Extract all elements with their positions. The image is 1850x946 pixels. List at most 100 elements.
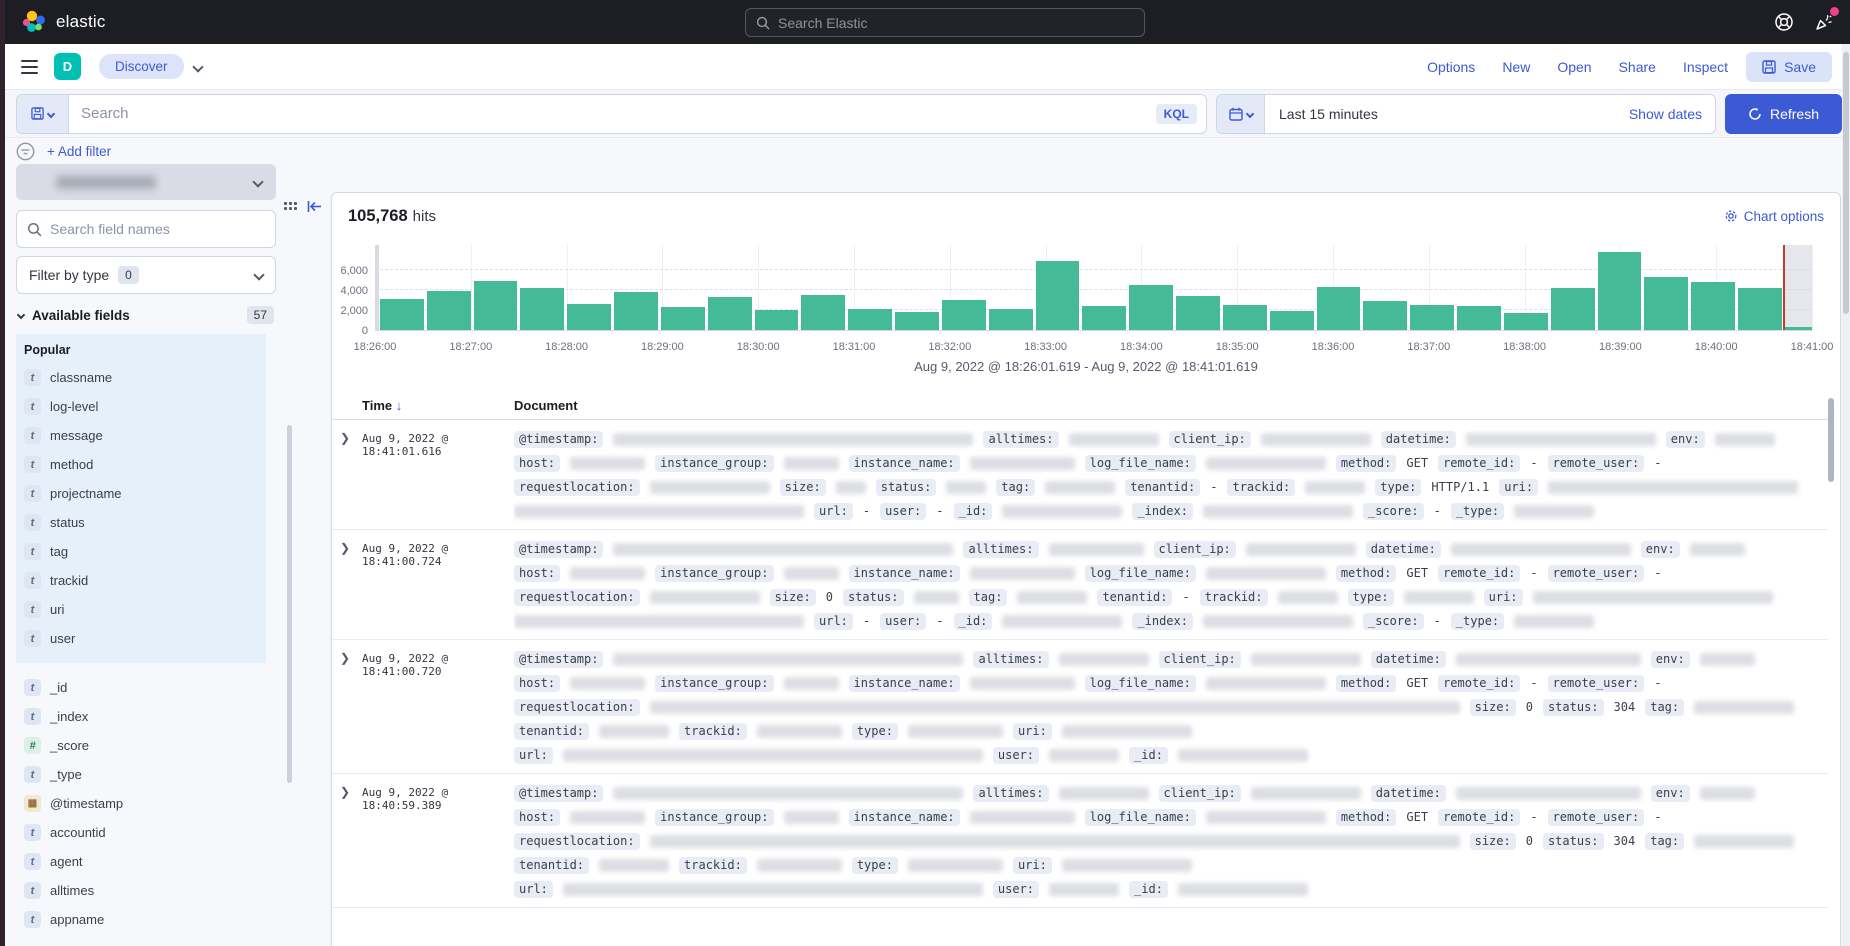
query-search-input[interactable] — [69, 105, 1156, 122]
field-item-uri[interactable]: turi — [24, 595, 266, 624]
histogram-bar[interactable] — [848, 309, 892, 331]
time-column-header[interactable]: Time ↓ — [362, 398, 514, 413]
field-value: - — [863, 504, 870, 518]
date-picker-control: Last 15 minutes Show dates — [1216, 94, 1716, 134]
histogram-bar[interactable] — [661, 307, 705, 331]
field-key-badge: requestlocation: — [514, 479, 640, 496]
toolbar-link-share[interactable]: Share — [1619, 59, 1656, 75]
toolbar-link-new[interactable]: New — [1502, 59, 1530, 75]
sort-descending-icon[interactable]: ↓ — [396, 398, 403, 413]
global-search-input[interactable] — [778, 15, 1134, 31]
kql-badge[interactable]: KQL — [1156, 104, 1197, 124]
time-range-value[interactable]: Last 15 minutes — [1279, 106, 1378, 122]
histogram-bar[interactable] — [1129, 285, 1173, 330]
field-item-appname[interactable]: tappname — [24, 905, 276, 934]
row-timestamp: Aug 9, 2022 @ 18:41:01.616 — [362, 427, 514, 523]
histogram-bar[interactable] — [1317, 287, 1361, 331]
sidebar-scrollbar[interactable] — [287, 425, 292, 783]
field-item-alltimes[interactable]: talltimes — [24, 876, 276, 905]
breadcrumb[interactable]: Discover — [99, 54, 184, 79]
saved-query-menu-button[interactable] — [17, 95, 69, 133]
histogram-bar[interactable] — [1691, 282, 1735, 330]
field-item-@timestamp[interactable]: ▦@timestamp — [24, 789, 276, 818]
field-item-projectname[interactable]: tprojectname — [24, 479, 266, 508]
field-item-status[interactable]: tstatus — [24, 508, 266, 537]
histogram-bar[interactable] — [1223, 305, 1267, 331]
histogram-bar[interactable] — [1363, 301, 1407, 331]
histogram-bar[interactable] — [755, 310, 799, 330]
histogram-bar[interactable] — [1738, 288, 1782, 330]
expand-row-icon[interactable]: ❯ — [340, 537, 362, 633]
redacted-value — [1206, 567, 1326, 580]
histogram-bar[interactable] — [801, 295, 845, 331]
field-search-input[interactable] — [50, 221, 265, 237]
field-item-method[interactable]: tmethod — [24, 450, 266, 479]
page-scrollbar-track[interactable] — [1842, 44, 1850, 946]
expand-row-icon[interactable]: ❯ — [340, 647, 362, 767]
expand-row-icon[interactable]: ❯ — [340, 427, 362, 523]
global-search[interactable] — [745, 8, 1145, 37]
field-item-trackid[interactable]: ttrackid — [24, 566, 266, 595]
filter-by-type-button[interactable]: Filter by type 0 — [16, 256, 276, 294]
toolbar-link-open[interactable]: Open — [1557, 59, 1591, 75]
index-pattern-selector[interactable] — [16, 164, 276, 200]
available-fields-header[interactable]: Available fields 57 — [16, 306, 276, 324]
histogram-bar[interactable] — [380, 299, 424, 330]
expand-row-icon[interactable]: ❯ — [340, 781, 362, 901]
table-scrollbar[interactable] — [1828, 398, 1834, 482]
menu-icon[interactable] — [21, 60, 38, 74]
histogram-bar[interactable] — [1504, 313, 1548, 330]
help-icon[interactable] — [1772, 10, 1796, 34]
filter-icon[interactable] — [16, 142, 35, 161]
page-scrollbar-thumb[interactable] — [1843, 52, 1849, 314]
field-item-log-level[interactable]: tlog-level — [24, 392, 266, 421]
space-avatar[interactable]: D — [54, 53, 81, 80]
histogram-bar[interactable] — [1410, 305, 1454, 330]
toolbar-link-options[interactable]: Options — [1427, 59, 1475, 75]
field-item-message[interactable]: tmessage — [24, 421, 266, 450]
histogram-bar[interactable] — [895, 312, 939, 331]
histogram-bar[interactable] — [942, 300, 986, 330]
show-dates-link[interactable]: Show dates — [1629, 106, 1702, 122]
histogram-bar[interactable] — [1036, 261, 1080, 330]
refresh-button[interactable]: Refresh — [1725, 94, 1842, 134]
histogram-bar[interactable] — [1457, 306, 1501, 331]
histogram-bar[interactable] — [708, 297, 752, 330]
histogram-bar[interactable] — [427, 291, 471, 330]
elastic-brand[interactable]: elastic — [0, 10, 106, 34]
histogram-bar[interactable] — [1270, 311, 1314, 331]
field-item-_type[interactable]: t_type — [24, 760, 276, 789]
field-value: - — [863, 614, 870, 628]
histogram-bar[interactable] — [614, 292, 658, 331]
field-item-_score[interactable]: #_score — [24, 731, 276, 760]
histogram-bar[interactable] — [1176, 296, 1220, 330]
field-key-badge: client_ip: — [1154, 541, 1236, 558]
field-search[interactable] — [16, 210, 276, 248]
histogram-bar[interactable] — [989, 309, 1033, 330]
save-button[interactable]: Save — [1746, 52, 1832, 82]
histogram-bar[interactable] — [1082, 306, 1126, 330]
field-item-user[interactable]: tuser — [24, 624, 266, 653]
field-item-accountid[interactable]: taccountid — [24, 818, 276, 847]
field-item-classname[interactable]: tclassname — [24, 363, 266, 392]
histogram-bar[interactable] — [520, 288, 564, 330]
histogram-bar[interactable] — [567, 304, 611, 331]
chart-options-button[interactable]: Chart options — [1724, 209, 1824, 224]
histogram-bar[interactable] — [1551, 288, 1595, 330]
field-item-_index[interactable]: t_index — [24, 702, 276, 731]
histogram-bar[interactable] — [474, 281, 518, 330]
field-item-_id[interactable]: t_id — [24, 673, 276, 702]
date-quick-select-button[interactable] — [1217, 95, 1265, 133]
add-filter-button[interactable]: + Add filter — [47, 144, 111, 159]
collapse-sidebar-icon[interactable] — [307, 200, 322, 213]
histogram-bar[interactable] — [1598, 252, 1642, 330]
breadcrumb-chevron-down-icon[interactable] — [192, 61, 203, 72]
field-name: method — [50, 457, 93, 472]
field-item-agent[interactable]: tagent — [24, 847, 276, 876]
resize-grip-icon[interactable] — [284, 202, 297, 210]
notifications-icon[interactable] — [1812, 10, 1836, 34]
histogram-bar[interactable] — [1644, 277, 1688, 330]
field-item-tag[interactable]: ttag — [24, 537, 266, 566]
y-tick-label: 0 — [362, 325, 368, 337]
toolbar-link-inspect[interactable]: Inspect — [1683, 59, 1728, 75]
